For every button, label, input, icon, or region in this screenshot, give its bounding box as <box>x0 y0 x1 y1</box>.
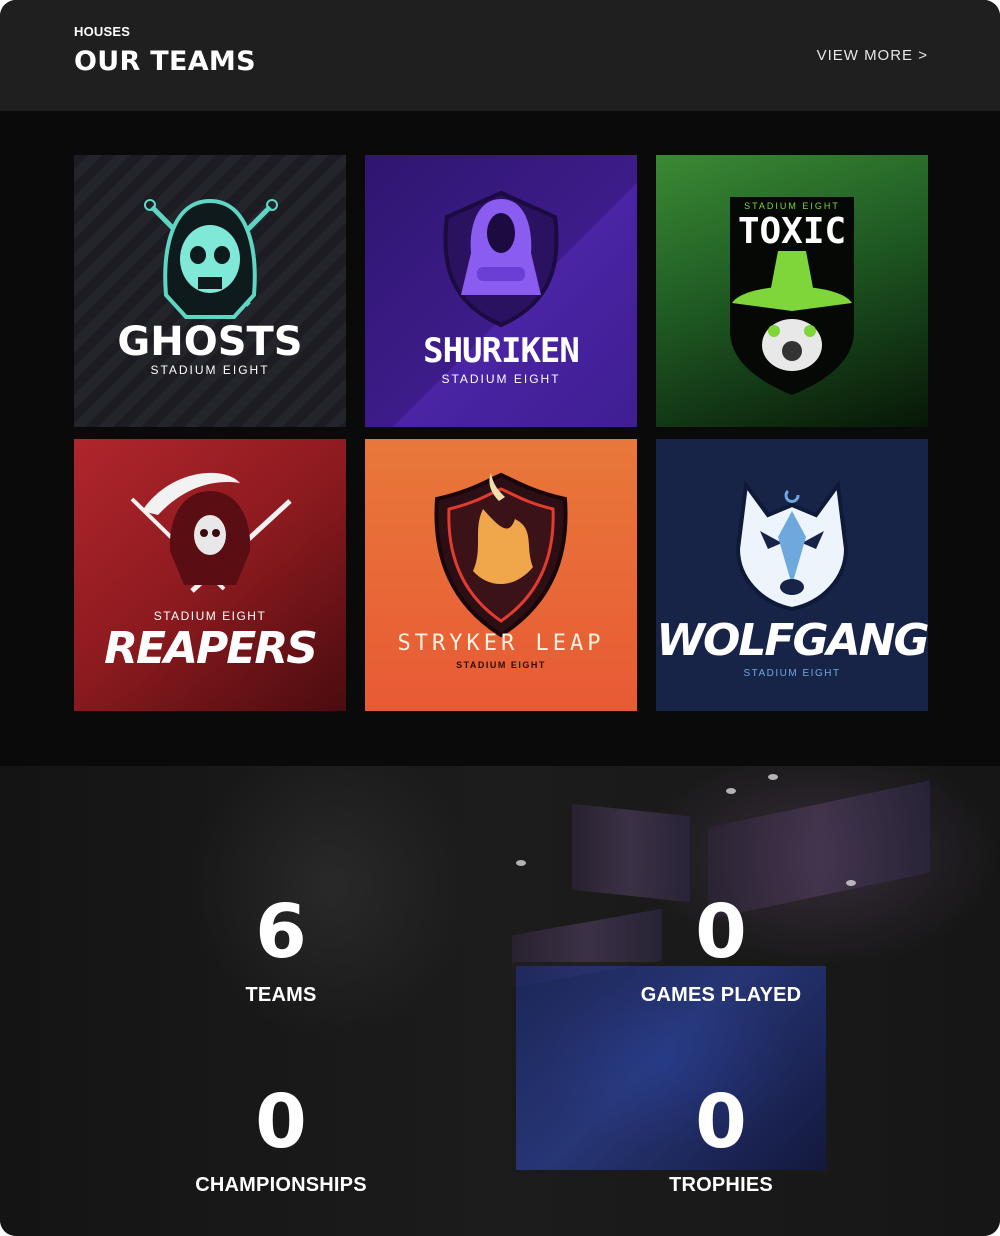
team-card-shuriken[interactable]: SHURIKEN STADIUM EIGHT <box>365 155 637 427</box>
team-name: REAPERS <box>104 623 318 674</box>
stat-championships: 0 CHAMPIONSHIPS <box>131 1082 431 1197</box>
dragon-shield-icon <box>434 472 568 638</box>
stat-label: TROPHIES <box>669 1174 773 1196</box>
team-subtitle: STADIUM EIGHT <box>743 668 841 679</box>
team-name: STRYKER LEAP <box>397 631 605 656</box>
hooded-ninja-icon <box>443 190 559 328</box>
team-subtitle: STADIUM EIGHT <box>441 372 561 386</box>
stat-games-played: 0 GAMES PLAYED <box>571 892 871 1007</box>
page-frame: HOUSES OUR TEAMS VIEW MORE > GHOSTS STAD… <box>0 0 1000 1236</box>
team-card-wolfgang[interactable]: WOLFGANG STADIUM EIGHT <box>656 439 928 711</box>
stage-light <box>768 774 778 780</box>
section-header: HOUSES OUR TEAMS VIEW MORE > <box>0 0 1000 111</box>
view-more-link[interactable]: VIEW MORE > <box>817 47 928 64</box>
stat-value: 6 <box>255 889 307 975</box>
page-title: OUR TEAMS <box>74 46 256 77</box>
team-subtitle: STADIUM EIGHT <box>456 660 546 670</box>
stat-value: 0 <box>695 1079 747 1165</box>
stat-label: CHAMPIONSHIPS <box>195 1174 367 1196</box>
stats-section: 6 TEAMS 0 GAMES PLAYED 0 CHAMPIONSHIPS 0… <box>0 766 1000 1236</box>
stage-light <box>846 880 856 886</box>
section-eyebrow: HOUSES <box>74 24 131 39</box>
team-name: SHURIKEN <box>423 331 580 371</box>
stat-label: GAMES PLAYED <box>640 984 802 1006</box>
stat-label: TEAMS <box>245 984 317 1006</box>
hooded-skull-icon <box>144 198 278 319</box>
team-subtitle: STADIUM EIGHT <box>150 363 270 377</box>
team-card-reapers[interactable]: STADIUM EIGHT REAPERS <box>74 439 346 711</box>
gas-mask-icon <box>730 197 854 395</box>
stat-value: 0 <box>695 889 747 975</box>
team-card-ghosts[interactable]: GHOSTS STADIUM EIGHT <box>74 155 346 427</box>
team-card-stryker-leap[interactable]: STRYKER LEAP STADIUM EIGHT <box>365 439 637 711</box>
background-banner <box>572 803 690 903</box>
teams-grid: GHOSTS STADIUM EIGHT SHURIKEN STADIUM EI… <box>0 111 1000 766</box>
stat-teams: 6 TEAMS <box>131 892 431 1007</box>
stat-value: 0 <box>255 1079 307 1165</box>
team-subtitle: STADIUM EIGHT <box>153 609 267 623</box>
team-name: GHOSTS <box>117 319 303 365</box>
stage-light <box>726 788 736 794</box>
team-name: WOLFGANG <box>656 615 928 666</box>
team-subtitle: STADIUM EIGHT <box>744 201 840 211</box>
team-card-toxic[interactable]: STADIUM EIGHT TOXIC <box>656 155 928 427</box>
team-name: TOXIC <box>737 211 847 252</box>
stat-trophies: 0 TROPHIES <box>571 1082 871 1197</box>
stage-light <box>516 860 526 866</box>
